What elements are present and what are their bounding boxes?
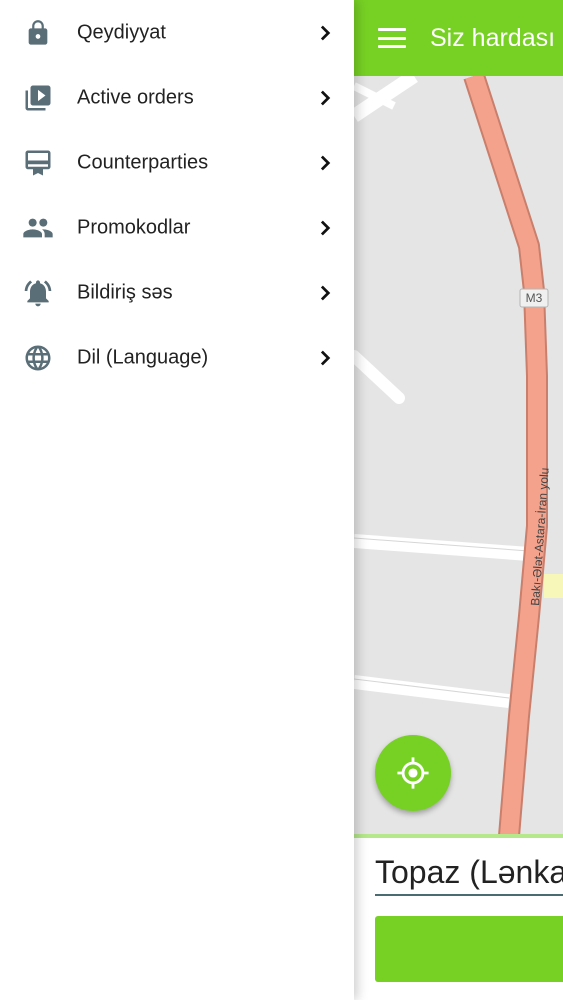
drawer-item-label: Dil (Language) bbox=[77, 346, 209, 368]
drawer-item-label: Active orders bbox=[77, 86, 194, 108]
address-underline bbox=[375, 894, 563, 896]
address-panel: Topaz (Lənka bbox=[354, 834, 563, 1000]
map-view[interactable]: M3 Bakı-Ələt-Astara-İran yolu bbox=[354, 76, 563, 836]
alarm-bell-icon bbox=[22, 277, 54, 309]
app-bar: Siz hardası bbox=[354, 0, 563, 76]
drawer-item-language[interactable]: Dil (Language) bbox=[0, 325, 354, 390]
chevron-right-icon bbox=[320, 155, 331, 170]
drawer-item-label: Promokodlar bbox=[77, 216, 191, 238]
drawer-item-promo-codes[interactable]: Promokodlar bbox=[0, 195, 354, 260]
map-screen: Siz hardası M3 Bakı-Ələt-Astara-İran yol… bbox=[354, 0, 563, 1000]
video-library-icon bbox=[22, 82, 54, 114]
my-location-button[interactable] bbox=[375, 735, 451, 811]
navigation-drawer: Qeydiyyat Active orders Counterparties P… bbox=[0, 0, 354, 1000]
chevron-right-icon bbox=[320, 90, 331, 105]
drawer-item-active-orders[interactable]: Active orders bbox=[0, 65, 354, 130]
lock-icon bbox=[22, 17, 54, 49]
chevron-right-icon bbox=[320, 350, 331, 365]
drawer-item-label: Counterparties bbox=[77, 151, 209, 173]
people-icon bbox=[22, 212, 54, 244]
drawer-item-registration[interactable]: Qeydiyyat bbox=[0, 0, 354, 65]
globe-icon bbox=[22, 342, 54, 374]
confirm-button[interactable] bbox=[375, 916, 563, 982]
chevron-right-icon bbox=[320, 285, 331, 300]
drawer-item-notification-sound[interactable]: Bildiriş səs bbox=[0, 260, 354, 325]
app-bar-title: Siz hardası bbox=[430, 23, 556, 52]
gps-fixed-icon bbox=[397, 757, 429, 789]
address-field[interactable]: Topaz (Lənka bbox=[375, 854, 563, 891]
drawer-item-counterparties[interactable]: Counterparties bbox=[0, 130, 354, 195]
chevron-right-icon bbox=[320, 25, 331, 40]
card-icon bbox=[22, 147, 54, 179]
menu-icon[interactable] bbox=[378, 28, 406, 48]
drawer-item-label: Bildiriş səs bbox=[77, 281, 173, 303]
chevron-right-icon bbox=[320, 220, 331, 235]
road-badge: M3 bbox=[526, 291, 543, 305]
drawer-item-label: Qeydiyyat bbox=[77, 21, 166, 43]
